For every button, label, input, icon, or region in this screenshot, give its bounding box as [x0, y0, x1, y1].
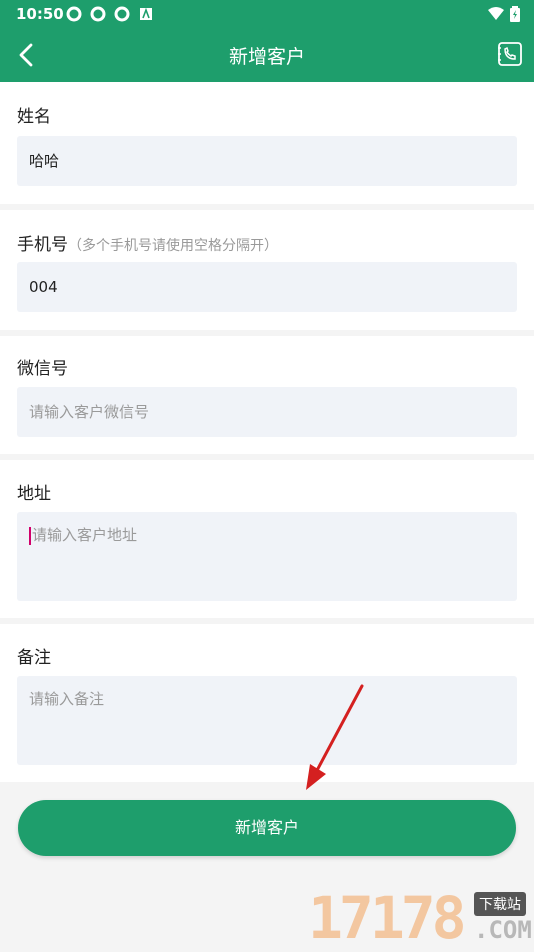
phone-label: 手机号（多个手机号请使用空格分隔开） [17, 230, 278, 255]
app-header: 10:50 新增客户 [0, 0, 534, 82]
phone-section: 手机号（多个手机号请使用空格分隔开） 004 [0, 210, 534, 330]
wechat-label: 微信号 [17, 359, 68, 379]
app-notification-icon [90, 6, 106, 22]
address-input[interactable]: 请输入客户地址 [17, 512, 517, 601]
wifi-icon [488, 7, 504, 20]
watermark-domain: .COM [474, 916, 532, 944]
wechat-input[interactable]: 请输入客户微信号 [17, 387, 517, 437]
text-cursor [29, 526, 31, 545]
status-right-icons [488, 6, 520, 22]
watermark-tag: 下载站 [474, 892, 526, 916]
address-label: 地址 [17, 484, 51, 504]
address-placeholder: 请输入客户地址 [32, 526, 138, 544]
address-section: 地址 请输入客户地址 [0, 460, 534, 618]
name-section: 姓名 哈哈 [0, 82, 534, 204]
app-notification-icon [114, 6, 130, 22]
watermark-logo: 17178 下载站 .COM [308, 886, 534, 950]
battery-icon [510, 6, 520, 22]
remark-section: 备注 请输入备注 [0, 624, 534, 782]
app-notification-icon [66, 6, 82, 22]
phone-input[interactable]: 004 [17, 262, 517, 312]
text-notification-icon [140, 7, 152, 20]
submit-button[interactable]: 新增客户 [18, 800, 516, 856]
toolbar: 新增客户 [0, 28, 534, 82]
wechat-section: 微信号 请输入客户微信号 [0, 336, 534, 454]
status-bar: 10:50 [0, 0, 534, 28]
name-label: 姓名 [17, 107, 51, 127]
watermark-number: 17178 [308, 884, 467, 952]
phone-contacts-icon[interactable] [496, 40, 524, 68]
name-input[interactable]: 哈哈 [17, 136, 517, 186]
remark-label: 备注 [17, 648, 51, 668]
phone-hint: （多个手机号请使用空格分隔开） [68, 238, 278, 254]
phone-label-text: 手机号 [17, 235, 68, 255]
notification-icons [66, 6, 154, 22]
status-time: 10:50 [16, 5, 64, 23]
remark-input[interactable]: 请输入备注 [17, 676, 517, 765]
page-title: 新增客户 [228, 46, 305, 68]
